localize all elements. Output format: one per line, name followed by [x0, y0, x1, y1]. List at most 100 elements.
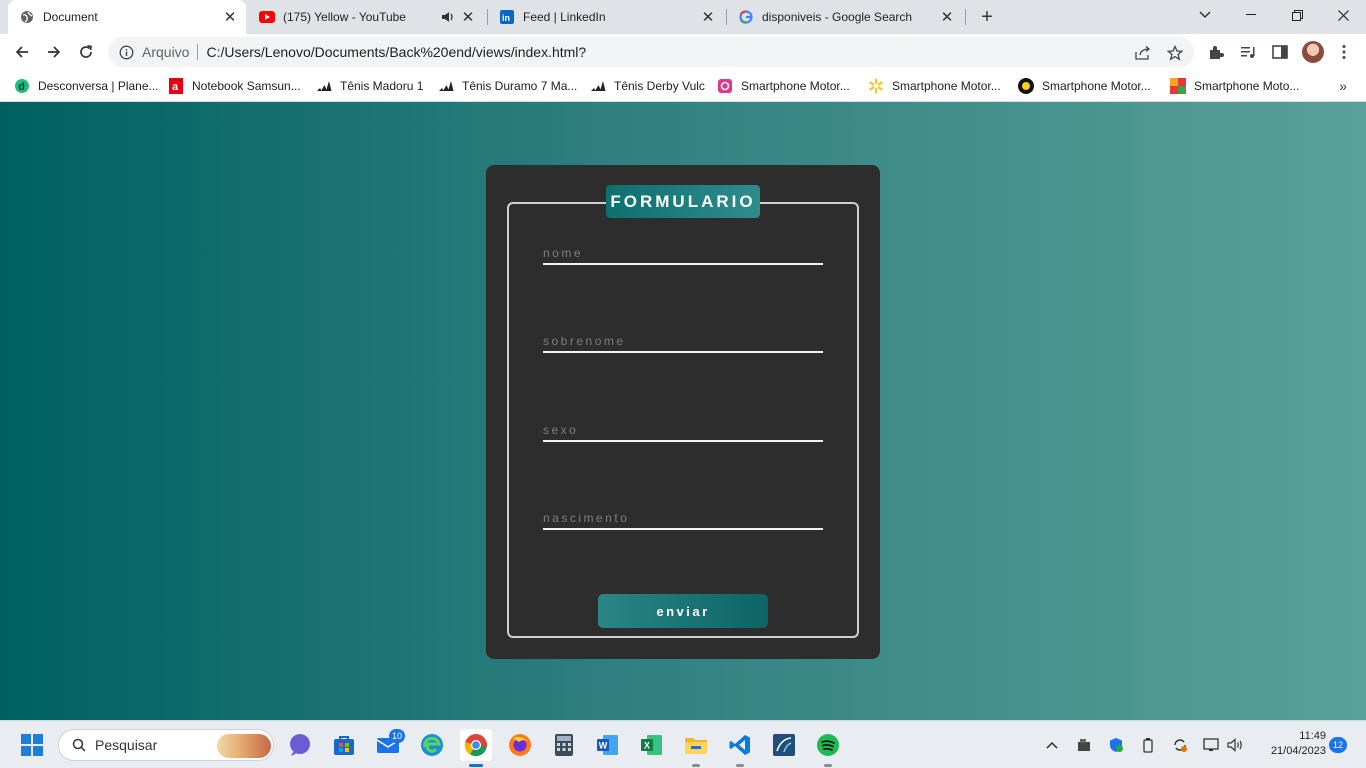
tab-divider	[965, 9, 966, 25]
bookmark-item[interactable]: Smartphone Motor...	[717, 76, 850, 96]
bookmark-item[interactable]: Smartphone Motor...	[1018, 76, 1151, 96]
tab-search-button[interactable]	[1182, 0, 1228, 30]
taskbar-calculator[interactable]	[548, 729, 580, 761]
sync-icon[interactable]	[1170, 735, 1190, 755]
taskbar-search[interactable]: Pesquisar	[58, 729, 274, 761]
spotify-icon	[817, 734, 839, 756]
firefox-icon	[509, 734, 531, 756]
battery-plug-icon[interactable]	[1138, 735, 1158, 755]
system-clock[interactable]: 11:49 21/04/2023	[1252, 729, 1326, 759]
bookmark-item[interactable]: d Desconversa | Plane...	[14, 76, 159, 96]
taskbar-file-explorer[interactable]	[680, 729, 712, 767]
side-panel-icon[interactable]	[1270, 42, 1290, 62]
shop-colorful-icon	[1170, 78, 1186, 94]
clock-date: 21/04/2023	[1270, 745, 1326, 757]
form-card: FORMULARIO nome sobrenome sexo nasciment…	[486, 165, 880, 659]
bookmark-item[interactable]: Tênis Duramo 7 Ma...	[438, 76, 577, 96]
star-icon[interactable]	[1166, 44, 1184, 62]
bookmark-item[interactable]: Tênis Derby Vulc	[590, 76, 705, 96]
close-icon	[1337, 9, 1349, 21]
bookmark-item[interactable]: a Notebook Samsun...	[168, 76, 301, 96]
bookmark-item[interactable]: Smartphone Motor...	[868, 76, 1001, 96]
back-button[interactable]	[8, 38, 36, 66]
restore-button[interactable]	[1274, 0, 1320, 30]
new-tab-button[interactable]: +	[976, 6, 998, 28]
chevron-more-icon[interactable]: »	[1334, 76, 1352, 96]
arrow-left-icon	[15, 46, 28, 58]
search-highlight-image	[217, 734, 271, 758]
minimize-icon	[1246, 14, 1256, 15]
info-icon[interactable]	[118, 44, 134, 60]
taskbar-store[interactable]	[328, 729, 360, 761]
sobrenome-placeholder: sobrenome	[543, 334, 626, 348]
tab-strip: Document ✕ (175) Yellow - YouTube ✕ in F…	[0, 0, 1366, 34]
taskbar-spotify[interactable]	[812, 729, 844, 767]
minimize-button[interactable]	[1228, 0, 1274, 30]
taskbar-mail[interactable]: 10	[372, 729, 405, 761]
americanas-icon: a	[168, 78, 184, 94]
taskbar-excel[interactable]: X	[636, 729, 668, 761]
taskbar-edge[interactable]	[416, 729, 448, 761]
excel-icon: X	[641, 735, 662, 755]
calculator-icon	[555, 734, 573, 756]
close-tab-icon[interactable]: ✕	[700, 9, 716, 26]
share-icon[interactable]	[1134, 44, 1152, 62]
extensions-icon[interactable]	[1206, 42, 1226, 62]
tab-youtube[interactable]: (175) Yellow - YouTube ✕	[248, 0, 484, 34]
chevron-up-icon[interactable]	[1042, 735, 1062, 755]
reload-button[interactable]	[72, 38, 100, 66]
bookmark-label: Smartphone Motor...	[1042, 79, 1151, 93]
url-text[interactable]: C:/Users/Lenovo/Documents/Back%20end/vie…	[206, 44, 586, 60]
taskbar-mysql-workbench[interactable]	[768, 729, 800, 761]
close-tab-icon[interactable]: ✕	[939, 9, 955, 26]
taskbar-firefox[interactable]	[504, 729, 536, 761]
svg-text:in: in	[502, 13, 510, 23]
clock-time: 11:49	[1299, 730, 1326, 742]
notification-badge[interactable]: 12	[1329, 737, 1347, 753]
close-tab-icon[interactable]: ✕	[460, 9, 476, 26]
bookmark-item[interactable]: Smartphone Moto...	[1170, 76, 1299, 96]
sexo-input[interactable]: sexo	[543, 418, 823, 442]
usb-drive-icon[interactable]	[1074, 735, 1094, 755]
running-indicator	[824, 764, 832, 767]
taskbar-vscode[interactable]	[724, 729, 756, 767]
network-icon[interactable]	[1202, 735, 1222, 755]
reload-icon	[80, 45, 92, 58]
nascimento-placeholder: nascimento	[543, 511, 630, 525]
tab-title: (175) Yellow - YouTube	[283, 10, 406, 24]
start-button[interactable]	[21, 734, 43, 756]
kebab-menu-icon[interactable]	[1334, 42, 1354, 62]
svg-text:X: X	[644, 741, 650, 751]
volume-icon[interactable]	[1226, 735, 1246, 755]
speaker-icon[interactable]	[440, 9, 456, 25]
bookmark-item[interactable]: Tênis Madoru 1	[316, 76, 423, 96]
taskbar-word[interactable]: W	[592, 729, 624, 761]
tab-document[interactable]: Document ✕	[8, 0, 246, 34]
bookmark-label: Tênis Derby Vulc	[614, 79, 705, 93]
desconversa-icon: d	[14, 78, 30, 94]
bookmark-label: Notebook Samsun...	[192, 79, 301, 93]
tab-title: Document	[43, 10, 98, 24]
security-shield-icon[interactable]	[1106, 735, 1126, 755]
nascimento-input[interactable]: nascimento	[543, 506, 823, 530]
forward-button[interactable]	[40, 38, 68, 66]
sobrenome-input[interactable]: sobrenome	[543, 329, 823, 353]
tab-linkedin[interactable]: in Feed | LinkedIn ✕	[488, 0, 724, 34]
form-title: FORMULARIO	[606, 185, 760, 218]
taskbar-chrome[interactable]	[460, 729, 492, 767]
globe-icon	[19, 9, 35, 25]
word-icon: W	[597, 735, 618, 755]
tab-title: disponiveis - Google Search	[762, 10, 913, 24]
media-control-icon[interactable]	[1238, 42, 1258, 62]
database-icon	[773, 734, 795, 756]
taskbar-chat[interactable]	[284, 729, 316, 761]
submit-button[interactable]: enviar	[598, 594, 768, 628]
close-window-button[interactable]	[1320, 0, 1366, 30]
close-tab-icon[interactable]: ✕	[222, 9, 238, 26]
tab-google[interactable]: disponiveis - Google Search ✕	[727, 0, 963, 34]
tab-title: Feed | LinkedIn	[523, 10, 606, 24]
profile-avatar[interactable]	[1302, 41, 1324, 63]
nome-input[interactable]: nome	[543, 241, 823, 265]
restore-icon	[1291, 9, 1303, 21]
address-bar[interactable]: Arquivo C:/Users/Lenovo/Documents/Back%2…	[108, 37, 1194, 67]
